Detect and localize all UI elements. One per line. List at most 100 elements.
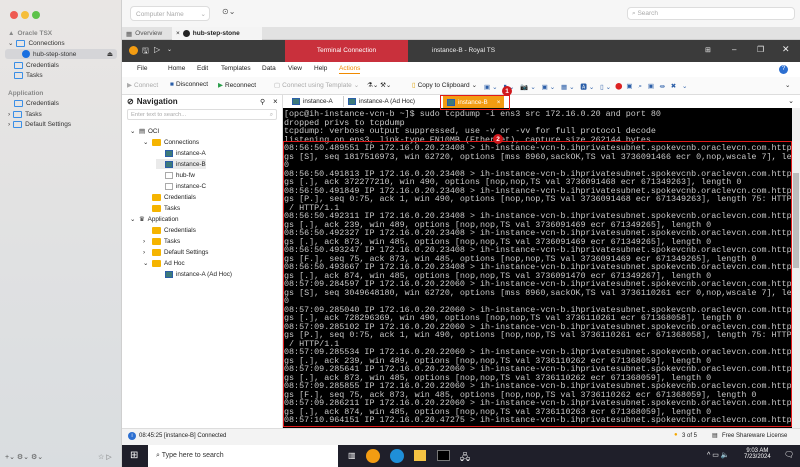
chevron-down-icon[interactable]: ⌄ (143, 260, 149, 267)
more-actions-toolbar[interactable]: ▣⌄ ▮⌄ 📷⌄ ▣⌄ ▦⌄ 🅰⌄ ▯⌄ ⬤ ▣ ⌕ ▣ ⏛ ✖ ⌄ (484, 81, 689, 92)
tree-item[interactable]: instance-A (156, 148, 206, 158)
tree-item[interactable]: ⌄ Ad Hoc (143, 258, 185, 268)
menu-view[interactable]: View (288, 65, 302, 72)
maximize-window-button[interactable] (32, 11, 40, 19)
expand-ribbon-icon[interactable]: ⌄ (785, 81, 790, 89)
menu-actions[interactable]: Actions (339, 65, 361, 74)
close-icon[interactable]: × (176, 30, 180, 37)
tree-item[interactable]: › Default Settings (143, 247, 208, 257)
tree-item[interactable]: Credentials (143, 225, 196, 235)
document-icon: ▤ (139, 127, 145, 135)
minimize-icon[interactable]: – (732, 45, 736, 54)
warning-icon: ▲ (8, 29, 15, 37)
royal-ts-taskbar-icon[interactable] (366, 449, 380, 463)
menu-help[interactable]: Help (314, 65, 327, 72)
notifications-icon[interactable]: 🗨 (784, 450, 794, 459)
sidebar-item-app-credentials[interactable]: Credentials (14, 98, 59, 108)
tree-item[interactable]: ⌄ ▤ OCI (130, 126, 159, 136)
favorite-icon[interactable]: ☆ ▷ (98, 453, 112, 461)
menu-file[interactable]: File (137, 65, 147, 72)
terminal-icon (348, 98, 356, 105)
status-bar: i 08:45:25 [instance-B] Connected ● 3 of… (122, 428, 800, 445)
chevron-right-icon[interactable]: › (143, 249, 149, 256)
sidebar-item-credentials[interactable]: Credentials (14, 60, 59, 70)
search-input[interactable]: ⌕ Search (627, 7, 795, 20)
tree-item[interactable]: hub-fw (156, 170, 195, 180)
tools-dropdown[interactable]: ⚗⌄ ⚒⌄ (367, 81, 391, 89)
terminal-scrollbar[interactable] (792, 108, 800, 428)
document-icon[interactable]: ▷ (154, 45, 160, 54)
system-tray-icons[interactable]: ^ ▭ 🔈 (707, 451, 730, 459)
restore-layout-icon[interactable]: ⊞ (705, 46, 711, 54)
sidebar-item-default-settings[interactable]: › Default Settings (8, 119, 71, 129)
edge-icon[interactable] (390, 449, 404, 463)
sidebar-item-hub-step-stone[interactable]: hub-step-stone ⏏ (5, 49, 117, 59)
sidebar-item-app-tasks[interactable]: › Tasks (8, 109, 42, 119)
reconnect-button[interactable]: ▶ Reconnect (218, 81, 256, 90)
close-icon[interactable]: ✕ (782, 44, 790, 55)
play-menu-button[interactable]: ⊙⌄ (222, 7, 235, 16)
chevron-right-icon[interactable]: › (143, 238, 149, 245)
add-button[interactable]: +⌄ ⚙⌄ ⚙⌄ (5, 453, 43, 461)
menu-edit[interactable]: Edit (197, 65, 208, 72)
minimize-window-button[interactable] (21, 11, 29, 19)
info-icon: i (128, 432, 136, 440)
folder-icon (13, 110, 23, 118)
tab-instance-a-adhoc[interactable]: instance-A (Ad Hoc) (343, 96, 419, 107)
navigation-header: ⊘ Navigation (127, 97, 178, 106)
navigation-search-input[interactable]: Enter text to search... ⌕ (127, 109, 277, 120)
tree-item[interactable]: › Tasks (143, 236, 180, 246)
close-icon[interactable]: × (273, 97, 278, 106)
tree-item[interactable]: Tasks (143, 203, 180, 213)
terminal-icon (165, 149, 173, 157)
maximize-icon[interactable]: ❐ (757, 45, 764, 54)
computer-name-combobox[interactable]: Computer Name ⌄ (130, 6, 210, 21)
chevron-down-icon[interactable]: ⌄ (130, 216, 136, 223)
sidebar-item-tasks[interactable]: Tasks (14, 70, 43, 80)
connect-button[interactable]: ▶ Connect (127, 81, 158, 90)
taskbar-search-input[interactable]: ⌕ Type here to search (148, 445, 338, 467)
menu-home[interactable]: Home (168, 65, 185, 72)
folder-icon (152, 226, 161, 234)
terminal-icon[interactable] (437, 450, 450, 461)
tree-item[interactable]: instance-B (156, 159, 206, 169)
chevron-down-icon: ⌄ (200, 11, 206, 18)
close-window-button[interactable] (10, 11, 18, 19)
save-icon[interactable]: 🖫 (142, 45, 149, 59)
network-app-icon[interactable]: 🖧 (460, 450, 470, 466)
chevron-down-icon[interactable]: ⌄ (143, 139, 149, 146)
taskbar-clock[interactable]: 9:03 AM 7/23/2024 (744, 448, 771, 460)
page-counter: 3 of 5 (682, 433, 698, 439)
menu-templates[interactable]: Templates (221, 65, 251, 72)
copy-to-clipboard-button[interactable]: ▯ Copy to Clipboard ⌄ (412, 81, 477, 90)
quick-access-dropdown-icon[interactable]: ⌄ (167, 46, 172, 53)
task-view-icon[interactable]: ▥ (348, 451, 356, 460)
license-icon: ▤ (712, 433, 718, 439)
tab-hub-step-stone[interactable]: × hub-step-stone (172, 27, 262, 40)
eject-icon[interactable]: ⏏ (107, 50, 113, 58)
pin-icon[interactable]: ⚲ (260, 98, 265, 106)
help-icon[interactable]: ? (779, 65, 788, 74)
folder-icon (152, 248, 161, 256)
chevron-down-icon[interactable]: ⌄ (130, 128, 136, 135)
disconnect-button[interactable]: ■ Disconnect (170, 81, 208, 88)
connect-template-button[interactable]: ▢ Connect using Template ⌄ (274, 81, 359, 90)
file-explorer-icon[interactable] (414, 450, 426, 461)
tabs-overflow-icon[interactable]: ⌄ (788, 97, 794, 105)
tree-item[interactable]: ⌄ Connections (143, 137, 199, 147)
menu-data[interactable]: Data (262, 65, 276, 72)
tree-item[interactable]: instance-A (Ad Hoc) (156, 269, 232, 279)
group-oracle-tsx[interactable]: ▲ Oracle TSX (8, 28, 52, 38)
chevron-right-icon: › (8, 120, 11, 128)
windows-start-icon[interactable]: ⊞ (130, 450, 138, 461)
tree-item[interactable]: Credentials (143, 192, 196, 202)
context-tab-terminal-connection: Terminal Connection (285, 40, 408, 62)
tab-instance-a[interactable]: instance-A (288, 96, 337, 107)
annotation-box-2 (283, 141, 792, 427)
tree-item[interactable]: instance-C (156, 181, 206, 191)
reconnect-icon: ▶ (218, 82, 223, 89)
sidebar-item-connections[interactable]: ⌄ Connections (8, 38, 65, 48)
window-title: instance-B - Royal TS (432, 47, 496, 54)
group-application[interactable]: Application (8, 88, 43, 98)
tree-item[interactable]: ⌄ ♛ Application (130, 214, 178, 224)
